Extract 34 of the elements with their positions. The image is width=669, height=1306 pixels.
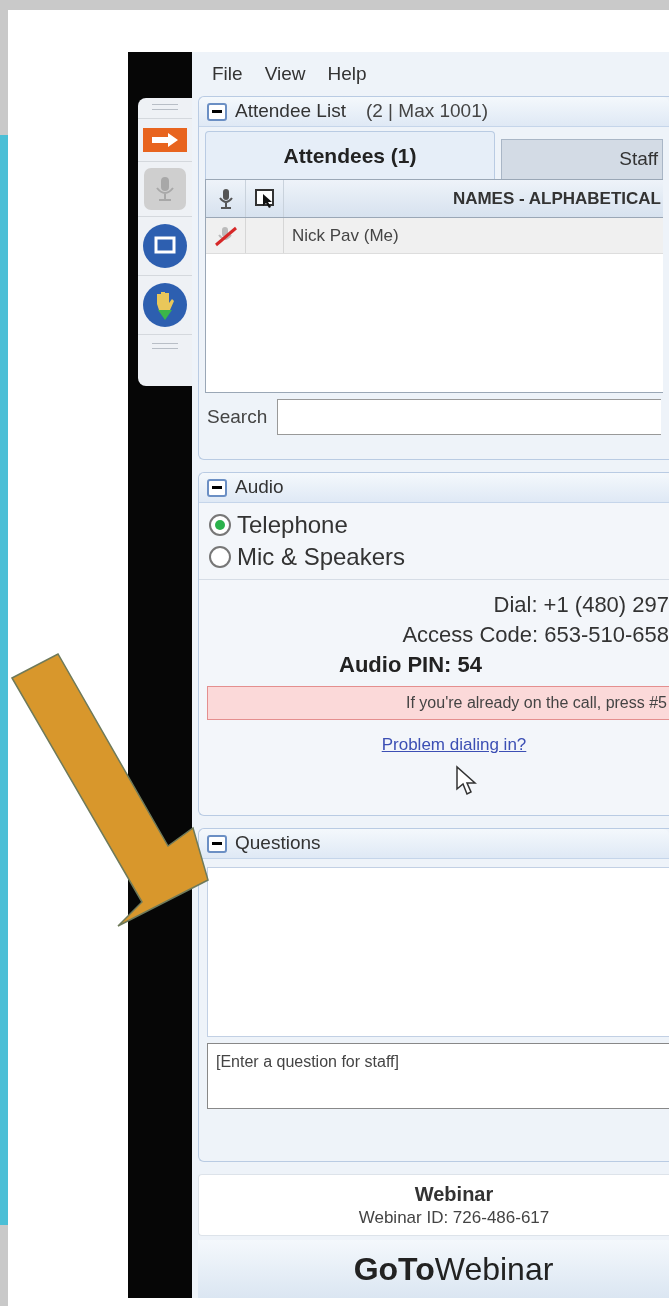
search-label: Search [207,404,268,429]
arrow-button-icon[interactable] [142,127,188,153]
section-title: Audio [235,475,284,500]
webinar-title: Webinar [414,1182,494,1207]
notice-banner: If you're already on the call, press #5 [207,686,669,720]
screen-pointer-icon[interactable] [253,187,276,210]
dial-number: Dial: +1 (480) 297 [493,591,669,619]
attendee-count: (2 | Max 1001) [365,99,489,124]
attendee-name[interactable]: Nick Pav (Me) [284,222,399,249]
microphone-icon[interactable] [216,187,235,210]
search-field[interactable] [277,399,661,435]
question-input[interactable]: [Enter a question for staff] [207,1043,669,1109]
collapse-icon[interactable] [207,834,227,853]
tab[interactable]: Staff [501,139,663,179]
gotowebinar-logo: GoToWebinar [353,1250,554,1289]
audio-pin: Audio PIN: 54 [339,651,482,679]
raise-hand-icon[interactable] [142,282,188,328]
access-code: Access Code: 653-510-658 [402,621,669,649]
section-title: Attendee List [235,99,346,124]
grip-icon[interactable] [152,343,178,349]
menu-item[interactable]: Help [327,59,367,89]
screen-icon[interactable] [142,223,188,269]
menu-item[interactable]: File [212,59,243,89]
radio-button[interactable] [209,514,231,536]
section-title: Questions [235,831,321,856]
menu-item[interactable]: View [264,59,306,89]
grip-icon[interactable] [152,104,178,110]
webinar-id: Webinar ID: 726-486-617 [358,1207,550,1229]
radio-button[interactable] [209,546,231,568]
problem-dialing-link[interactable]: Problem dialing in? [381,732,527,758]
collapse-icon[interactable] [207,102,227,121]
tab[interactable]: Attendees (1) [205,131,495,179]
mouse-cursor-icon [455,765,477,797]
collapse-icon[interactable] [207,478,227,497]
